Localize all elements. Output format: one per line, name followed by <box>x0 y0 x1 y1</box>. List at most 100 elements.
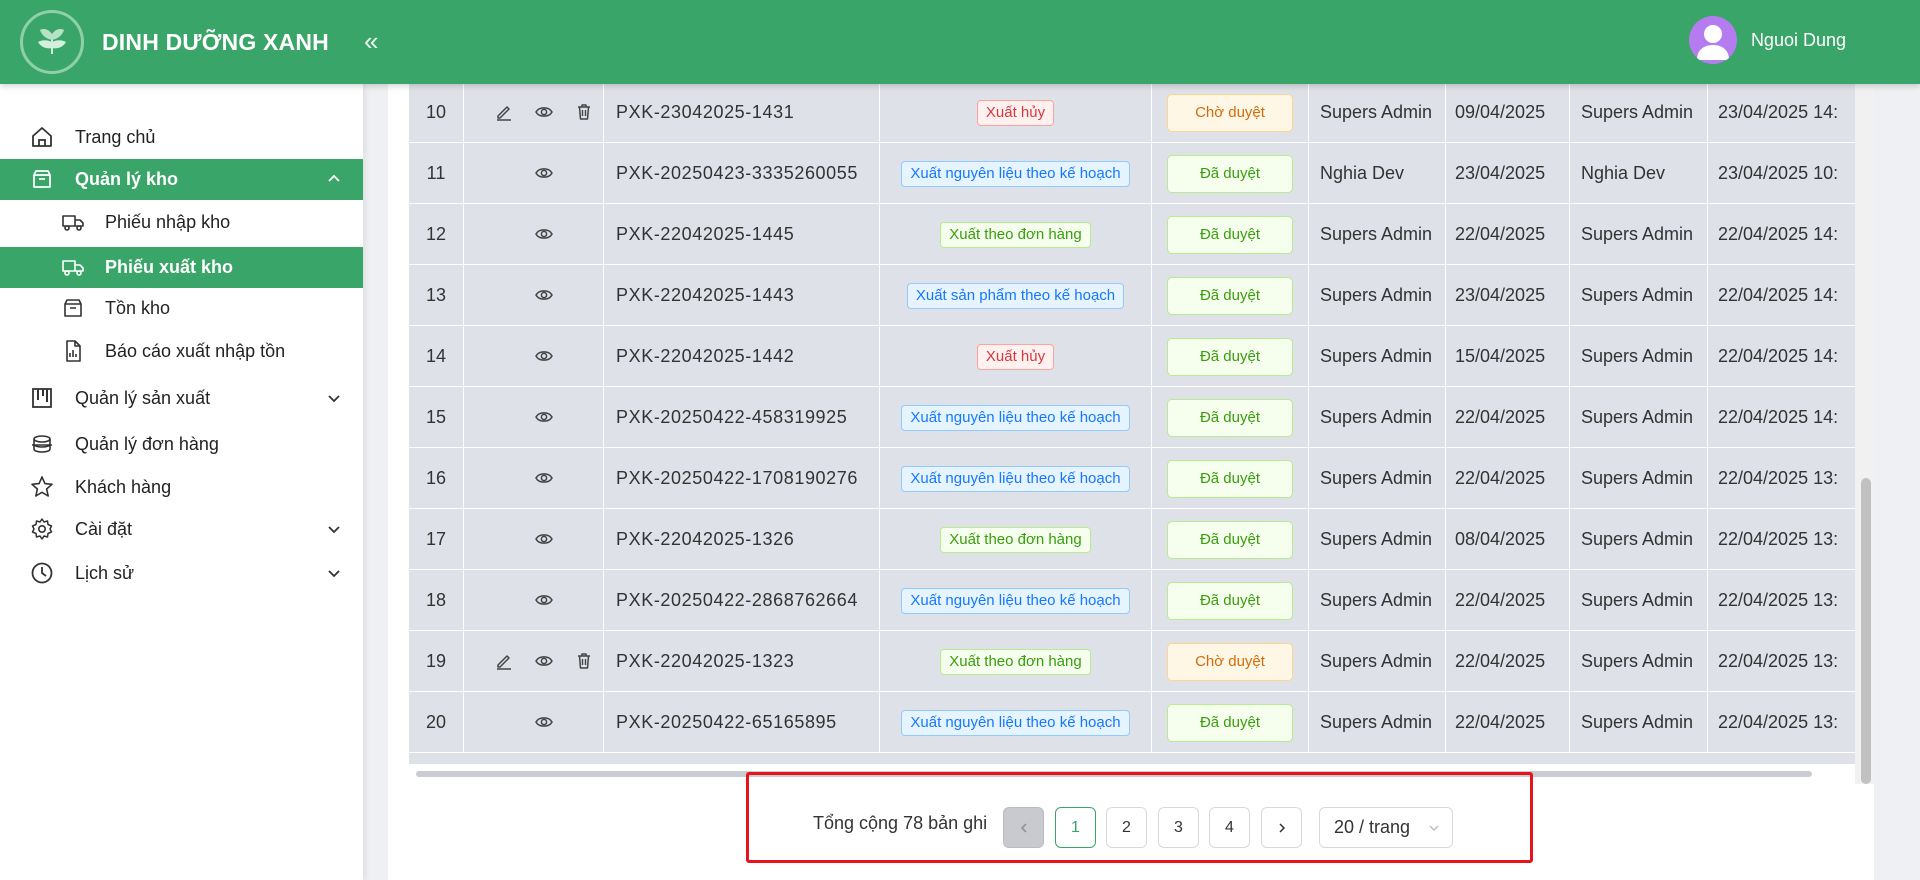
export-type-tag: Xuất theo đơn hàng <box>940 526 1091 553</box>
export-type-cell: Xuất nguyên liệu theo kế hoạch <box>880 692 1152 753</box>
eye-icon[interactable] <box>534 407 554 427</box>
status-cell: Đã duyệt <box>1152 387 1309 448</box>
production-board-icon <box>32 388 52 408</box>
sidebar-item-customers[interactable]: Khách hàng <box>0 467 363 507</box>
eye-icon[interactable] <box>534 651 554 671</box>
home-icon <box>32 127 52 147</box>
row-actions <box>464 265 604 326</box>
gear-icon <box>31 518 53 540</box>
sidebar-item-label: Trang chủ <box>75 127 156 147</box>
export-type-tag: Xuất nguyên liệu theo kế hoạch <box>901 587 1130 614</box>
export-type-cell: Xuất hủy <box>880 84 1152 143</box>
eye-icon[interactable] <box>534 590 554 610</box>
user-menu[interactable]: Nguoi Dung <box>1688 16 1846 64</box>
trash-icon[interactable] <box>574 651 594 671</box>
export-type-tag: Xuất hủy <box>976 343 1055 370</box>
status-cell: Đã duyệt <box>1152 265 1309 326</box>
page-1-button[interactable]: 1 <box>1055 807 1096 848</box>
creator-name: Supers Admin <box>1309 387 1446 448</box>
status-cell: Đã duyệt <box>1152 143 1309 204</box>
page-3-button[interactable]: 3 <box>1158 807 1199 848</box>
export-type-cell: Xuất nguyên liệu theo kế hoạch <box>880 448 1152 509</box>
status-badge: Chờ duyệt <box>1167 642 1293 681</box>
status-cell: Chờ duyệt <box>1152 84 1309 143</box>
approver-name: Supers Admin <box>1570 387 1708 448</box>
vertical-scrollbar[interactable] <box>1861 478 1871 784</box>
eye-icon[interactable] <box>534 102 554 122</box>
eye-icon[interactable] <box>534 468 554 488</box>
receipt-code: PXK-22042025-1443 <box>604 265 880 326</box>
collapse-sidebar-icon[interactable]: « <box>364 26 384 56</box>
prev-page-button[interactable] <box>1003 807 1044 848</box>
eye-icon[interactable] <box>534 224 554 244</box>
chevron-up-icon <box>328 174 340 182</box>
eye-icon[interactable] <box>534 712 554 732</box>
approver-name: Supers Admin <box>1570 265 1708 326</box>
creator-name: Supers Admin <box>1309 204 1446 265</box>
top-bar: DINH DƯỠNG XANH « Nguoi Dung <box>0 0 1920 84</box>
export-type-tag: Xuất nguyên liệu theo kế hoạch <box>901 709 1130 736</box>
sidebar-item-home[interactable]: Trang chủ <box>0 117 363 157</box>
avatar <box>1688 16 1737 64</box>
creator-name: Nghia Dev <box>1309 143 1446 204</box>
user-name: Nguoi Dung <box>1750 29 1846 50</box>
receipt-code: PXK-20250423-3335260055 <box>604 143 880 204</box>
sidebar-item-export-receipt[interactable]: Phiếu xuất kho <box>0 247 363 288</box>
sidebar-item-inventory[interactable]: Tồn kho <box>0 288 363 328</box>
receipt-code: PXK-22042025-1326 <box>604 509 880 570</box>
next-page-button[interactable] <box>1261 807 1302 848</box>
creator-name: Supers Admin <box>1309 448 1446 509</box>
sidebar-item-label: Khách hàng <box>75 477 172 497</box>
trash-icon[interactable] <box>574 102 594 122</box>
star-icon <box>31 476 53 497</box>
eye-icon[interactable] <box>534 529 554 549</box>
sidebar-item-settings[interactable]: Cài đặt <box>0 509 363 549</box>
approved-datetime: 22/04/2025 13: <box>1718 468 1839 488</box>
approved-datetime: 22/04/2025 14: <box>1718 224 1839 244</box>
sidebar-item-label: Cài đặt <box>75 519 133 539</box>
sidebar-item-report[interactable]: Báo cáo xuất nhập tồn <box>0 331 363 371</box>
table-row: 18 PXK-20250422-2868762664 Xuất nguyên liệ… <box>409 570 1855 631</box>
pagination-highlight: Tổng cộng 78 bản ghi 1 2 3 4 20 / trang <box>746 772 1533 863</box>
truck-icon <box>62 260 84 276</box>
export-type-tag: Xuất nguyên liệu theo kế hoạch <box>901 404 1130 431</box>
page-2-button[interactable]: 2 <box>1106 807 1147 848</box>
sidebar-item-import-receipt[interactable]: Phiếu nhập kho <box>0 202 363 242</box>
sidebar-item-warehouse[interactable]: Quản lý kho <box>0 159 363 200</box>
sidebar-item-orders[interactable]: Quản lý đơn hàng <box>0 424 363 464</box>
page-size-select[interactable]: 20 / trang <box>1319 807 1453 848</box>
table-row: 13 PXK-22042025-1443 Xuất sản phẩm theo kế… <box>409 265 1855 326</box>
page-size-value: 20 / trang <box>1334 817 1411 837</box>
export-type-cell: Xuất theo đơn hàng <box>880 509 1152 570</box>
chevron-down-icon <box>328 570 340 578</box>
sidebar-item-production[interactable]: Quản lý sản xuất <box>0 378 363 418</box>
eye-icon[interactable] <box>534 163 554 183</box>
export-type-tag: Xuất nguyên liệu theo kế hoạch <box>901 160 1130 187</box>
row-actions <box>464 326 604 387</box>
export-receipt-table: 10 PXK-23042025-1431 Xuất hủy Chờ duyệt Supe… <box>409 84 1855 764</box>
approved-datetime: 22/04/2025 14: <box>1718 346 1839 366</box>
status-cell: Đã duyệt <box>1152 326 1309 387</box>
page-4-button[interactable]: 4 <box>1209 807 1250 848</box>
edit-icon[interactable] <box>494 102 514 122</box>
receipt-code: PXK-23042025-1431 <box>604 84 880 143</box>
edit-icon[interactable] <box>494 651 514 671</box>
status-badge: Chờ duyệt <box>1167 93 1293 132</box>
export-type-tag: Xuất theo đơn hàng <box>940 648 1091 675</box>
status-cell: Đã duyệt <box>1152 570 1309 631</box>
status-cell: Đã duyệt <box>1152 448 1309 509</box>
brand[interactable]: DINH DƯỠNG XANH <box>0 0 363 84</box>
approver-name: Supers Admin <box>1570 84 1708 143</box>
truck-icon <box>62 215 84 231</box>
table-row: 19 PXK-22042025-1323 Xuất theo đơn hàng Chờ… <box>409 631 1855 692</box>
eye-icon[interactable] <box>534 285 554 305</box>
sidebar-item-history[interactable]: Lịch sử <box>0 553 363 593</box>
export-date: 22/04/2025 <box>1446 448 1570 509</box>
eye-icon[interactable] <box>534 346 554 366</box>
approver-name: Supers Admin <box>1570 509 1708 570</box>
row-actions <box>464 692 604 753</box>
export-type-tag: Xuất sản phẩm theo kế hoạch <box>906 282 1125 309</box>
export-type-cell: Xuất theo đơn hàng <box>880 631 1152 692</box>
approved-datetime: 22/04/2025 13: <box>1718 529 1839 549</box>
approver-name: Supers Admin <box>1570 448 1708 509</box>
